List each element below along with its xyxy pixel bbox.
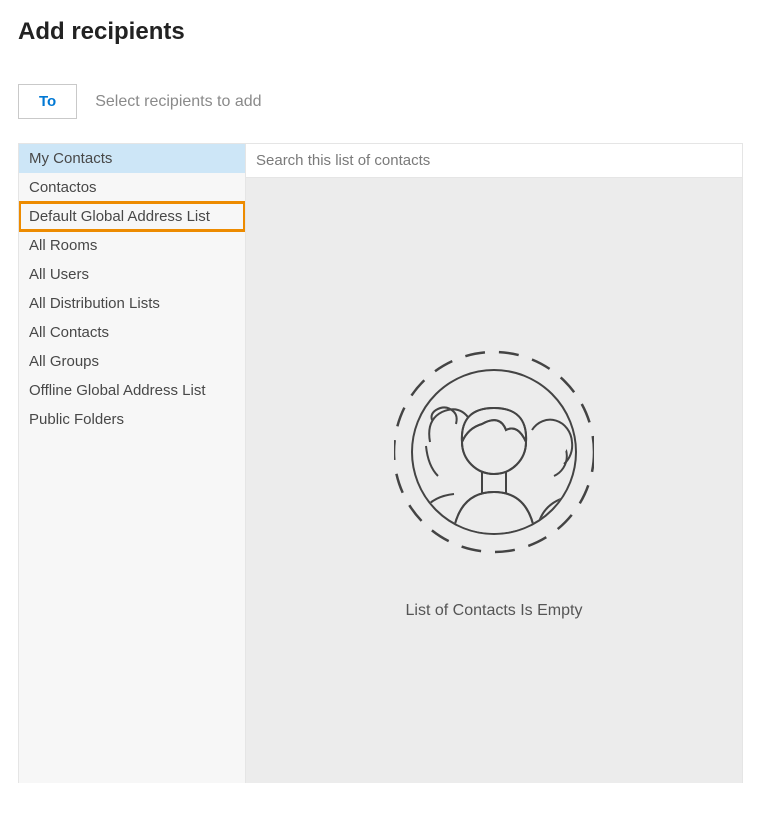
content-panel: List of Contacts Is Empty (246, 144, 743, 783)
sidebar-item-all-contacts[interactable]: All Contacts (19, 318, 245, 347)
sidebar-item-all-rooms[interactable]: All Rooms (19, 231, 245, 260)
main-layout: My ContactsContactosDefault Global Addre… (18, 143, 743, 783)
sidebar-item-public-folders[interactable]: Public Folders (19, 405, 245, 434)
address-list-sidebar: My ContactsContactosDefault Global Addre… (18, 144, 246, 783)
sidebar-item-all-users[interactable]: All Users (19, 260, 245, 289)
sidebar-item-offline-global-address-list[interactable]: Offline Global Address List (19, 376, 245, 405)
sidebar-item-contactos[interactable]: Contactos (19, 173, 245, 202)
sidebar-item-all-groups[interactable]: All Groups (19, 347, 245, 376)
sidebar-item-default-global-address-list[interactable]: Default Global Address List (19, 202, 245, 231)
empty-state: List of Contacts Is Empty (246, 178, 742, 783)
recipient-row: To Select recipients to add (18, 84, 743, 119)
search-input[interactable] (246, 144, 742, 178)
page-title: Add recipients (18, 18, 743, 46)
contacts-empty-icon (394, 342, 594, 562)
to-button[interactable]: To (18, 84, 77, 119)
empty-state-text: List of Contacts Is Empty (406, 602, 583, 620)
sidebar-item-all-distribution-lists[interactable]: All Distribution Lists (19, 289, 245, 318)
sidebar-item-my-contacts[interactable]: My Contacts (19, 144, 245, 173)
recipient-placeholder[interactable]: Select recipients to add (95, 93, 261, 111)
